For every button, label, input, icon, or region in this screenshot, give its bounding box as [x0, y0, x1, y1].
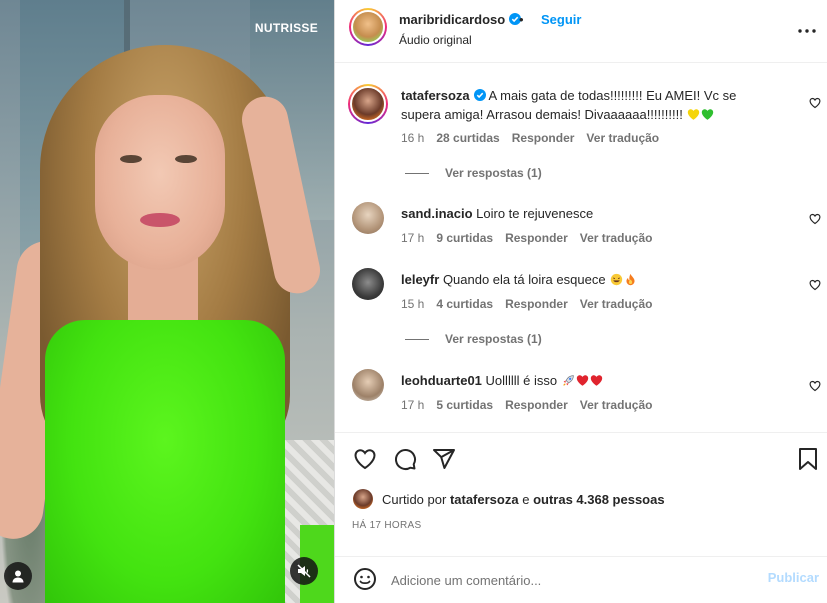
comment-text: tatafersoza A mais gata de todas!!!!!!!!… — [401, 87, 778, 124]
comment-likes[interactable]: 5 curtidas — [436, 398, 493, 412]
comment-likes[interactable]: 9 curtidas — [436, 231, 493, 245]
comment-body: Uollllll é isso — [485, 373, 558, 388]
green-heart-icon — [702, 108, 714, 120]
comment-meta: 15 h 4 curtidas Responder Ver tradução — [401, 297, 664, 311]
person-lips — [140, 213, 180, 227]
comment-likes[interactable]: 28 curtidas — [436, 131, 499, 145]
replies-divider — [405, 172, 429, 174]
red-heart-icon — [590, 375, 602, 386]
commenter-avatar[interactable] — [352, 369, 384, 401]
likes-others-link[interactable]: outras 4.368 pessoas — [533, 492, 665, 507]
verified-badge-icon — [473, 88, 486, 106]
bookmark-icon[interactable] — [797, 447, 819, 476]
fire-icon — [626, 273, 635, 286]
commenter-username[interactable]: leleyfr — [401, 272, 439, 287]
post-header: maribridicardoso • Seguir Áudio original — [335, 0, 827, 63]
comment-time[interactable]: 16 h — [401, 131, 424, 145]
commenter-username[interactable]: leohduarte01 — [401, 373, 482, 388]
reply-button[interactable]: Responder — [512, 131, 575, 145]
translate-button[interactable]: Ver tradução — [580, 297, 653, 311]
person-eye — [120, 155, 142, 163]
comment-meta: 16 h 28 curtidas Responder Ver tradução — [401, 131, 671, 145]
more-options-icon[interactable] — [798, 20, 816, 38]
comment-body: Loiro te rejuvenesce — [476, 206, 594, 221]
post-media[interactable]: NUTRISSE — [0, 0, 334, 603]
comment-text: leohduarte01 Uollllll é isso — [401, 372, 778, 390]
reply-button[interactable]: Responder — [505, 297, 568, 311]
user-tag-icon[interactable] — [4, 562, 32, 590]
comments-list[interactable]: tatafersoza A mais gata de todas!!!!!!!!… — [335, 64, 827, 432]
translate-button[interactable]: Ver tradução — [580, 398, 653, 412]
add-comment-bar: Publicar — [335, 556, 827, 603]
comment-text: leleyfr Quando ela tá loira esquece — [401, 271, 778, 289]
replies-divider — [405, 338, 429, 340]
follow-button[interactable]: Seguir — [541, 12, 581, 27]
comment-input[interactable] — [391, 570, 751, 590]
comment-likes[interactable]: 4 curtidas — [436, 297, 493, 311]
like-comment-icon[interactable] — [809, 212, 821, 230]
post-timestamp[interactable]: HÁ 17 HORAS — [352, 520, 421, 531]
view-replies-button[interactable]: Ver respostas (1) — [405, 332, 542, 346]
original-audio-link[interactable]: Áudio original — [399, 33, 472, 47]
person-eye — [175, 155, 197, 163]
commenter-avatar[interactable] — [348, 84, 388, 124]
commenter-avatar[interactable] — [352, 268, 384, 300]
person-face — [95, 95, 225, 270]
likes-summary: Curtido por tatafersoza e outras 4.368 p… — [353, 489, 665, 509]
separator-dot: • — [519, 12, 524, 27]
reply-button[interactable]: Responder — [505, 398, 568, 412]
translate-button[interactable]: Ver tradução — [586, 131, 659, 145]
paper-plane-icon[interactable] — [432, 447, 456, 476]
liker-avatar[interactable] — [353, 489, 373, 509]
brand-watermark: NUTRISSE — [254, 21, 318, 35]
yellow-heart-icon — [688, 108, 700, 120]
smiley-icon[interactable] — [353, 567, 377, 596]
commenter-avatar[interactable] — [352, 202, 384, 234]
translate-button[interactable]: Ver tradução — [580, 231, 653, 245]
liker-username[interactable]: tatafersoza — [450, 492, 519, 507]
author-avatar[interactable] — [349, 8, 387, 46]
comment-meta: 17 h 9 curtidas Responder Ver tradução — [401, 231, 664, 245]
comment-time[interactable]: 17 h — [401, 231, 424, 245]
commenter-username[interactable]: tatafersoza — [401, 88, 470, 103]
heart-icon[interactable] — [353, 447, 377, 476]
laughing-face-icon — [611, 273, 623, 286]
like-comment-icon[interactable] — [809, 379, 821, 397]
reply-button[interactable]: Responder — [505, 231, 568, 245]
view-replies-button[interactable]: Ver respostas (1) — [405, 166, 542, 180]
comment-body: Quando ela tá loira esquece — [442, 272, 606, 287]
post-actions: Curtido por tatafersoza e outras 4.368 p… — [335, 432, 827, 556]
comment-time[interactable]: 17 h — [401, 398, 424, 412]
comment-bubble-icon[interactable] — [393, 447, 417, 476]
like-comment-icon[interactable] — [809, 278, 821, 296]
like-comment-icon[interactable] — [809, 96, 821, 114]
publish-button[interactable]: Publicar — [768, 570, 819, 585]
comment-meta: 17 h 5 curtidas Responder Ver tradução — [401, 398, 664, 412]
comment-text: sand.inacio Loiro te rejuvenesce — [401, 205, 778, 223]
author-username[interactable]: maribridicardoso — [399, 12, 522, 28]
post-details-panel: maribridicardoso • Seguir Áudio original… — [334, 0, 827, 603]
person-dress — [45, 320, 285, 603]
comment-time[interactable]: 15 h — [401, 297, 424, 311]
speaker-muted-icon[interactable] — [290, 557, 318, 585]
commenter-username[interactable]: sand.inacio — [401, 206, 473, 221]
red-heart-icon — [576, 375, 588, 386]
rocket-icon — [562, 375, 574, 386]
